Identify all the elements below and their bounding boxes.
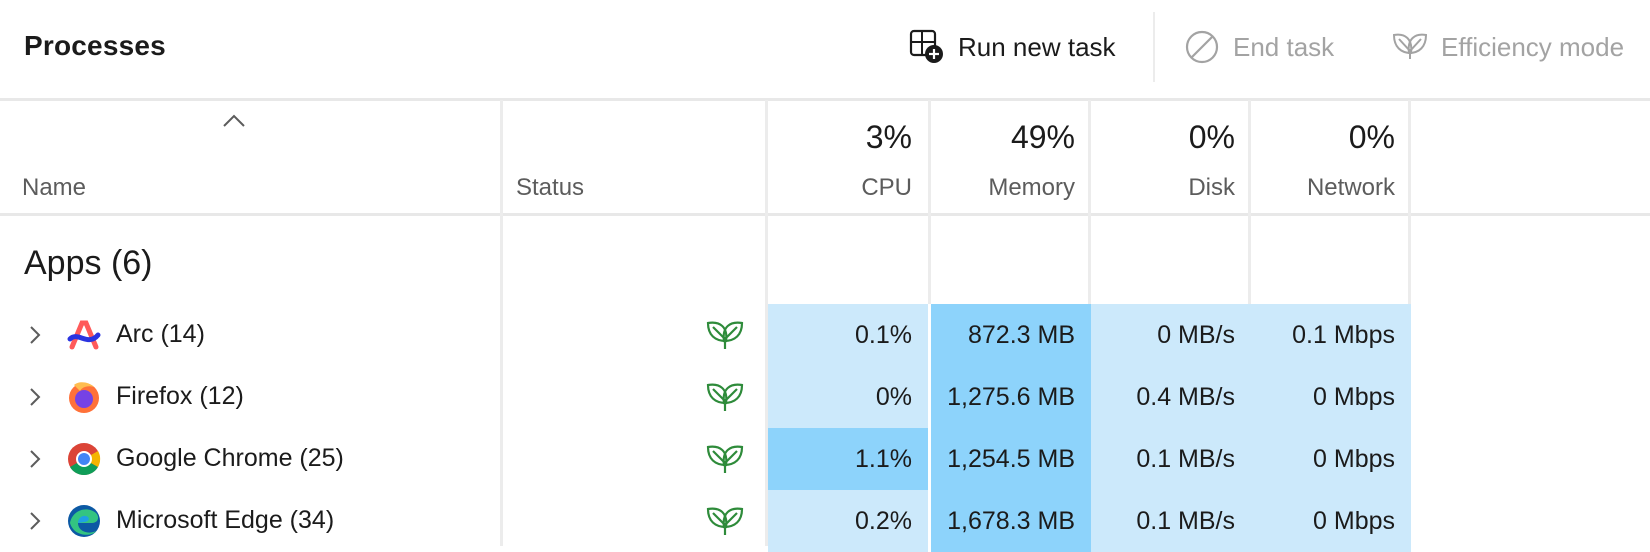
network-cell: 0 Mbps: [1251, 428, 1411, 490]
disk-cell: 0.4 MB/s: [1091, 366, 1251, 428]
efficiency-leaf-icon: [706, 383, 744, 411]
run-new-task-button[interactable]: Run new task: [908, 22, 1116, 72]
header-bottom-divider: [0, 213, 1650, 216]
page-title: Processes: [24, 30, 166, 61]
memory-cell: 1,678.3 MB: [931, 490, 1091, 552]
header-top-divider: [0, 98, 1650, 101]
efficiency-mode-label: Efficiency mode: [1441, 31, 1625, 62]
cpu-column-label: CPU: [861, 174, 912, 201]
cpu-total-percent: 3%: [865, 119, 912, 155]
expand-chevron-icon[interactable]: [26, 446, 44, 472]
memory-cell: 1,254.5 MB: [931, 428, 1091, 490]
process-row-firefox[interactable]: Firefox (12) 0% 1,275.6 MB 0.4 MB/s 0 Mb…: [0, 366, 1650, 428]
end-task-button[interactable]: End task: [1183, 22, 1334, 72]
arc-icon: [67, 320, 101, 350]
cpu-cell: 0.2%: [768, 490, 928, 552]
run-new-task-icon: [908, 28, 946, 66]
process-row-arc[interactable]: Arc (14) 0.1% 872.3 MB 0 MB/s 0.1 Mbps: [0, 304, 1650, 366]
chrome-icon: [68, 443, 101, 476]
column-header-status[interactable]: Status: [516, 174, 584, 202]
efficiency-leaf-icon: [706, 321, 744, 349]
end-task-label: End task: [1233, 31, 1335, 62]
toolbar-divider: [1153, 12, 1155, 82]
network-cell: 0 Mbps: [1251, 490, 1411, 552]
sort-ascending-icon: [223, 114, 245, 127]
expand-chevron-icon[interactable]: [26, 384, 44, 410]
disk-column-label: Disk: [1188, 174, 1235, 201]
efficiency-leaf-icon: [706, 507, 744, 535]
process-name: Google Chrome (25): [116, 444, 344, 472]
block-icon: [1183, 28, 1221, 66]
toolbar: Processes Run new task End task Efficien…: [0, 0, 1650, 98]
group-header-apps[interactable]: Apps (6): [24, 244, 153, 283]
memory-cell: 872.3 MB: [931, 304, 1091, 366]
efficiency-leaf-icon: [1391, 28, 1429, 66]
efficiency-leaf-icon: [706, 445, 744, 473]
column-header-name[interactable]: Name: [22, 174, 86, 202]
process-name: Firefox (12): [116, 382, 244, 410]
disk-cell: 0 MB/s: [1091, 304, 1251, 366]
network-cell: 0.1 Mbps: [1251, 304, 1411, 366]
disk-cell: 0.1 MB/s: [1091, 490, 1251, 552]
firefox-icon: [69, 382, 99, 413]
expand-chevron-icon[interactable]: [26, 322, 44, 348]
cpu-cell: 1.1%: [768, 428, 928, 490]
network-total-percent: 0%: [1348, 119, 1395, 155]
edge-icon: [68, 505, 100, 537]
run-new-task-label: Run new task: [958, 31, 1116, 62]
efficiency-mode-button[interactable]: Efficiency mode: [1391, 22, 1624, 72]
process-row-microsoft-edge[interactable]: Microsoft Edge (34) 0.2% 1,678.3 MB 0.1 …: [0, 490, 1650, 552]
cpu-cell: 0%: [768, 366, 928, 428]
memory-column-label: Memory: [988, 174, 1075, 201]
process-name: Arc (14): [116, 320, 205, 348]
cpu-cell: 0.1%: [768, 304, 928, 366]
disk-total-percent: 0%: [1188, 119, 1235, 155]
memory-cell: 1,275.6 MB: [931, 366, 1091, 428]
memory-total-percent: 49%: [1010, 119, 1075, 155]
expand-chevron-icon[interactable]: [26, 508, 44, 534]
network-column-label: Network: [1306, 174, 1395, 201]
disk-cell: 0.1 MB/s: [1091, 428, 1251, 490]
process-row-google-chrome[interactable]: Google Chrome (25) 1.1% 1,254.5 MB 0.1 M…: [0, 428, 1650, 490]
network-cell: 0 Mbps: [1251, 366, 1411, 428]
process-name: Microsoft Edge (34): [116, 506, 335, 534]
